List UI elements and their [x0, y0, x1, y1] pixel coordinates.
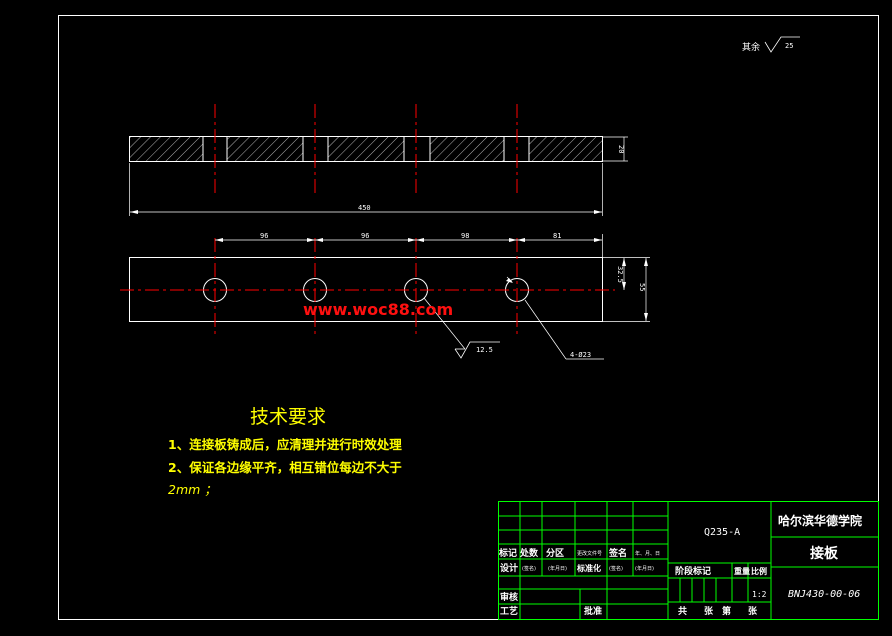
- dim-spacing-4: 81: [553, 232, 561, 240]
- svg-text:其余: 其余: [742, 41, 760, 53]
- tech-requirement-2: 2、保证各边缘平齐，相互错位每边不大于: [168, 460, 402, 475]
- dim-hole-roughness: 12.5: [476, 346, 493, 354]
- section-view-hatch-5: [529, 137, 602, 161]
- section-view: 20 450: [129, 104, 628, 216]
- section-view-hatch-3: [328, 137, 404, 161]
- section-view-hatch-4: [430, 137, 504, 161]
- svg-text:第: 第: [722, 605, 731, 617]
- section-view-hatch-1: [130, 137, 203, 161]
- dim-spacing-3: 98: [461, 232, 469, 240]
- svg-text:共: 共: [678, 605, 687, 617]
- tech-requirement-1: 1、连接板铸成后，应清理并进行时效处理: [168, 437, 402, 452]
- dim-thickness: 20: [617, 145, 625, 153]
- svg-text:重量: 重量: [734, 566, 750, 576]
- plan-view: 96 96 98 81 32.5 55 12.5 4-Ø23: [120, 232, 650, 360]
- dim-overall-length: 450: [358, 204, 371, 212]
- svg-text:(年月日): (年月日): [548, 565, 567, 572]
- scale: 1:2: [752, 590, 767, 599]
- svg-text:分区: 分区: [546, 547, 564, 559]
- svg-text:张: 张: [704, 605, 714, 617]
- tech-requirement-3: 2mm ；: [168, 482, 217, 497]
- part-name: 接板: [810, 545, 839, 562]
- svg-text:比例: 比例: [751, 566, 767, 576]
- watermark: www.woc88.com: [303, 300, 454, 319]
- svg-text:标准化: 标准化: [576, 563, 601, 573]
- svg-text:年、月、日: 年、月、日: [635, 550, 660, 557]
- svg-text:处数: 处数: [519, 547, 539, 559]
- dim-spacing-2: 96: [361, 232, 369, 240]
- svg-text:(年月日): (年月日): [635, 565, 654, 572]
- svg-text:更改文件号: 更改文件号: [577, 550, 602, 557]
- material: Q235-A: [704, 527, 740, 538]
- svg-text:标记: 标记: [498, 547, 517, 559]
- svg-text:张: 张: [748, 605, 758, 617]
- section-view-hatch-2: [227, 137, 303, 161]
- dim-spacing-1: 96: [260, 232, 268, 240]
- svg-text:(签名): (签名): [609, 565, 623, 572]
- drawing-border: [58, 15, 879, 620]
- svg-text:工艺: 工艺: [500, 605, 518, 617]
- svg-text:设计: 设计: [500, 562, 518, 574]
- svg-text:阶段标记: 阶段标记: [675, 565, 711, 577]
- surface-finish-note: 其余 25: [742, 36, 800, 53]
- svg-text:批准: 批准: [584, 605, 602, 617]
- dim-hole-offset: 32.5: [616, 266, 624, 283]
- dim-hole-callout: 4-Ø23: [570, 351, 591, 359]
- svg-text:25: 25: [785, 42, 793, 50]
- svg-text:签名: 签名: [608, 547, 627, 559]
- school-name: 哈尔滨华德学院: [778, 513, 862, 528]
- svg-text:审核: 审核: [500, 591, 518, 603]
- drawing-number: BNJ430-00-06: [788, 589, 860, 600]
- svg-text:(签名): (签名): [522, 565, 536, 572]
- tech-requirements-title: 技术要求: [250, 406, 327, 428]
- dim-width: 55: [638, 283, 646, 291]
